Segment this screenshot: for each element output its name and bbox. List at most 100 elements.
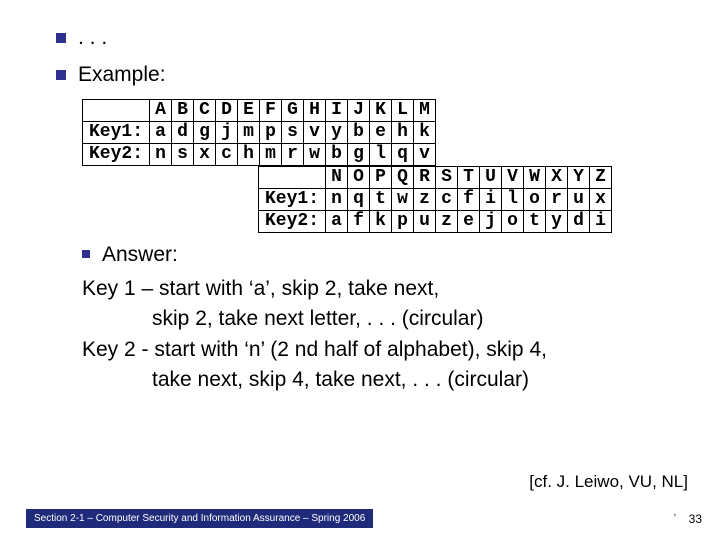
footer-bar: Section 2-1 – Computer Security and Info… [26,509,373,528]
slide: . . . Example: ABCDEFGHIJKLMKey1:adgjmps… [0,0,720,540]
cipher-cell: a [326,210,348,232]
cipher-cell: g [348,143,370,165]
row-label [83,99,150,121]
cipher-table-2: NOPQRSTUVWXYZKey1:nqtwzcfiloruxKey2:afkp… [258,166,612,233]
cipher-cell: L [392,99,414,121]
cipher-cell: A [150,99,172,121]
cipher-cell: x [590,188,612,210]
cipher-cell: j [216,121,238,143]
cipher-cell: s [172,143,194,165]
cipher-cell: O [348,166,370,188]
cipher-cell: n [150,143,172,165]
cipher-cell: Z [590,166,612,188]
cipher-cell: k [370,210,392,232]
cipher-cell: u [414,210,436,232]
cipher-cell: y [546,210,568,232]
page-tick: ’ [674,513,676,524]
cipher-cell: v [304,121,326,143]
cipher-cell: h [238,143,260,165]
answer-head: Answer: [102,241,178,268]
cipher-cell: t [370,188,392,210]
cipher-cell: p [260,121,282,143]
row-label: Key1: [259,188,326,210]
cipher-cell: l [502,188,524,210]
cipher-cell: c [216,143,238,165]
cipher-cell: w [392,188,414,210]
cipher-cell: H [304,99,326,121]
bullet-example-text: Example: [78,61,166,88]
answer-line-2: skip 2, take next letter, . . . (circula… [82,304,684,334]
cipher-cell: K [370,99,392,121]
row-label: Key1: [83,121,150,143]
page-number: 33 [689,512,702,526]
cipher-cell: k [414,121,436,143]
bullet-example: Example: [56,61,684,88]
cipher-cell: U [480,166,502,188]
bullet-ellipsis-text: . . . [78,24,107,51]
cipher-cell: n [326,188,348,210]
cipher-cell: y [326,121,348,143]
cipher-cell: f [458,188,480,210]
cipher-cell: o [524,188,546,210]
cipher-cell: M [414,99,436,121]
cipher-cell: l [370,143,392,165]
cipher-cell: Q [392,166,414,188]
cipher-cell: z [414,188,436,210]
cipher-cell: d [568,210,590,232]
cipher-cell: q [348,188,370,210]
row-label [259,166,326,188]
answer-body: Key 1 – start with ‘a’, skip 2, take nex… [82,274,684,396]
bullet-marker-icon [56,70,66,80]
cipher-table-1: ABCDEFGHIJKLMKey1:adgjmpsvybehkKey2:nsxc… [82,99,436,166]
sub-bullet-marker-icon [82,250,90,258]
answer-line-3: Key 2 - start with ‘n’ (2 nd half of alp… [82,335,684,365]
cipher-cell: G [282,99,304,121]
cipher-cell: t [524,210,546,232]
cipher-cell: p [392,210,414,232]
cipher-cell: e [458,210,480,232]
cipher-cell: q [392,143,414,165]
cipher-cell: I [326,99,348,121]
cipher-cell: N [326,166,348,188]
cipher-cell: T [458,166,480,188]
cipher-cell: v [414,143,436,165]
cipher-cell: h [392,121,414,143]
cipher-cell: g [194,121,216,143]
cipher-cell: w [304,143,326,165]
cipher-cell: b [348,121,370,143]
cipher-cell: J [348,99,370,121]
cipher-cell: s [282,121,304,143]
cipher-cell: X [546,166,568,188]
cipher-cell: x [194,143,216,165]
cipher-cell: m [260,143,282,165]
cipher-cell: C [194,99,216,121]
cipher-cell: z [436,210,458,232]
bullet-ellipsis: . . . [56,24,684,51]
cipher-cell: P [370,166,392,188]
row-label: Key2: [83,143,150,165]
row-label: Key2: [259,210,326,232]
cipher-cell: a [150,121,172,143]
cipher-cell: R [414,166,436,188]
bullet-marker-icon [56,33,66,43]
answer-bullet: Answer: [82,241,684,268]
cipher-cell: j [480,210,502,232]
cipher-cell: o [502,210,524,232]
cipher-cell: D [216,99,238,121]
cipher-cell: E [238,99,260,121]
citation: [cf. J. Leiwo, VU, NL] [529,472,688,492]
cipher-cell: B [172,99,194,121]
cipher-cell: b [326,143,348,165]
cipher-cell: f [348,210,370,232]
answer-line-1: Key 1 – start with ‘a’, skip 2, take nex… [82,274,684,304]
cipher-tables: ABCDEFGHIJKLMKey1:adgjmpsvybehkKey2:nsxc… [82,99,684,233]
cipher-cell: r [282,143,304,165]
cipher-cell: i [480,188,502,210]
cipher-cell: i [590,210,612,232]
cipher-cell: m [238,121,260,143]
cipher-cell: r [546,188,568,210]
cipher-cell: W [524,166,546,188]
cipher-cell: V [502,166,524,188]
cipher-cell: d [172,121,194,143]
cipher-cell: u [568,188,590,210]
